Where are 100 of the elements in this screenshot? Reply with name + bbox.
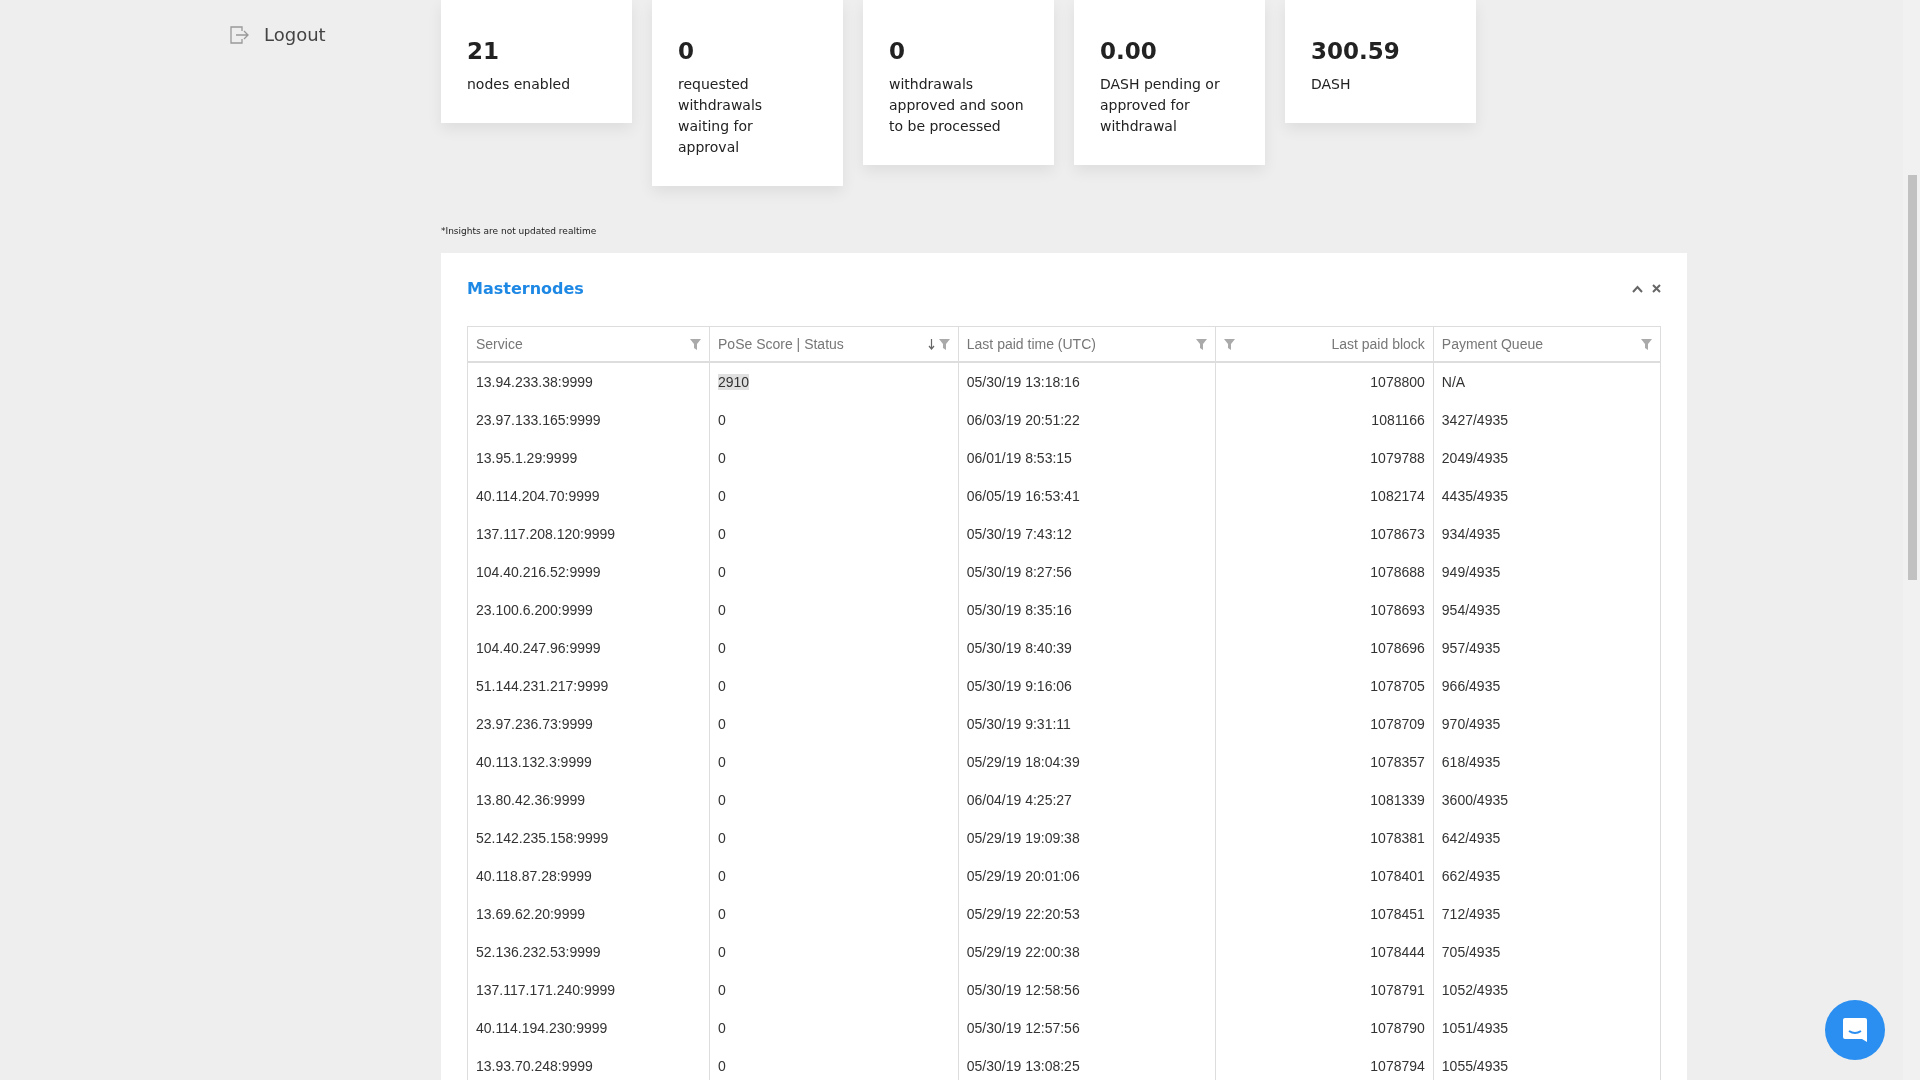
table-cell: 1079788 — [1370, 450, 1425, 466]
filter-icon[interactable] — [1195, 338, 1207, 350]
stat-label: requested withdrawals waiting for approval — [678, 75, 764, 157]
table-cell: 0 — [718, 982, 726, 998]
table-cell: 05/29/19 19:09:38 — [966, 830, 1080, 846]
filter-icon[interactable] — [1641, 338, 1652, 350]
stat-label: nodes enabled — [467, 75, 572, 94]
table-cell: 05/29/19 18:04:39 — [966, 754, 1080, 770]
sort-down-icon[interactable] — [927, 338, 935, 350]
filter-icon[interactable] — [1223, 338, 1235, 350]
table-cell: 40.114.194.230:9999 — [476, 1020, 608, 1036]
table-cell: N/A — [1441, 374, 1466, 390]
table-cell: 05/30/19 13:08:25 — [966, 1058, 1080, 1074]
collapse-icon[interactable] — [1632, 284, 1643, 293]
table-cell: 0 — [718, 640, 726, 656]
table-cell: 2049/4935 — [1441, 450, 1508, 466]
table-cell: 0 — [718, 716, 726, 732]
table-cell: 0 — [718, 830, 726, 846]
table-cell: 1078791 — [1370, 982, 1425, 998]
table-cell: 934/4935 — [1441, 526, 1501, 542]
table-cell: 05/30/19 13:18:16 — [966, 374, 1080, 390]
table-cell: 0 — [718, 412, 726, 428]
column-header[interactable]: PoSe Score | Status — [709, 326, 959, 362]
table-cell: 05/30/19 8:27:56 — [966, 564, 1072, 580]
table-cell: 0 — [718, 450, 726, 466]
table-cell: 05/30/19 8:35:16 — [966, 602, 1072, 618]
table-cell: 05/30/19 9:16:06 — [966, 678, 1072, 694]
table-cell: 0 — [718, 868, 726, 884]
table-cell: 06/03/19 20:51:22 — [966, 412, 1080, 428]
column-header[interactable]: Last paid time (UTC) — [958, 326, 1216, 362]
table-cell: 104.40.216.52:9999 — [476, 564, 601, 580]
close-icon[interactable] — [1652, 284, 1661, 293]
column-header[interactable]: Last paid block — [1215, 326, 1434, 362]
table-cell: 2910 — [718, 374, 750, 390]
table-cell: 3427/4935 — [1441, 412, 1508, 428]
stat-value: 0 — [678, 38, 695, 64]
table-cell: 23.97.133.165:9999 — [476, 412, 601, 428]
table-cell: 1078794 — [1370, 1058, 1425, 1074]
table-cell: 23.100.6.200:9999 — [476, 602, 593, 618]
table-cell: 05/29/19 20:01:06 — [966, 868, 1080, 884]
table-cell: 970/4935 — [1441, 716, 1501, 732]
table-cell: 1078800 — [1370, 374, 1425, 390]
table-cell: 0 — [718, 678, 726, 694]
column-header[interactable]: Service — [467, 326, 710, 362]
table-cell: 0 — [718, 488, 726, 504]
table-cell: 0 — [718, 602, 726, 618]
table-cell: 0 — [718, 792, 726, 808]
table-cell: 4435/4935 — [1441, 488, 1508, 504]
table-cell: 1078401 — [1370, 868, 1425, 884]
stat-value: 0 — [889, 38, 906, 64]
column-header[interactable]: Payment Queue — [1433, 326, 1661, 362]
table-cell: 06/04/19 4:25:27 — [966, 792, 1072, 808]
table-cell: 966/4935 — [1441, 678, 1501, 694]
table-cell: 0 — [718, 1058, 726, 1074]
table-cell: 23.97.236.73:9999 — [476, 716, 593, 732]
table-cell: 1051/4935 — [1441, 1020, 1508, 1036]
table-cell: 1055/4935 — [1441, 1058, 1508, 1074]
table-cell: 1078673 — [1370, 526, 1425, 542]
table-cell: 51.144.231.217:9999 — [476, 678, 609, 694]
table-cell: 05/30/19 12:57:56 — [966, 1020, 1080, 1036]
filter-icon[interactable] — [690, 338, 701, 350]
table-cell: 0 — [718, 944, 726, 960]
stat-value: 21 — [467, 38, 500, 64]
stat-value: 0.00 — [1100, 38, 1158, 64]
table-cell: 957/4935 — [1441, 640, 1501, 656]
table-cell: 618/4935 — [1441, 754, 1501, 770]
table-cell: 137.117.171.240:9999 — [476, 982, 616, 998]
table-cell: 1081166 — [1371, 412, 1425, 428]
table-cell: 1078688 — [1370, 564, 1425, 580]
table-cell: 104.40.247.96:9999 — [476, 640, 601, 656]
table-cell: 40.113.132.3:9999 — [476, 754, 592, 770]
table-cell: 1078357 — [1370, 754, 1425, 770]
table-cell: 0 — [718, 526, 726, 542]
chat-button[interactable] — [1825, 1000, 1885, 1060]
table-cell: 949/4935 — [1441, 564, 1501, 580]
table-cell: 3600/4935 — [1441, 792, 1508, 808]
table-cell: 662/4935 — [1441, 868, 1501, 884]
table-cell: 1078709 — [1370, 716, 1425, 732]
table-cell: 05/29/19 22:00:38 — [966, 944, 1080, 960]
table-cell: 1078451 — [1370, 906, 1425, 922]
panel-title: Masternodes — [467, 279, 584, 298]
table-cell: 1078693 — [1370, 602, 1425, 618]
table-cell: 712/4935 — [1441, 906, 1501, 922]
table-cell: 05/30/19 12:58:56 — [966, 982, 1080, 998]
table-cell: 06/01/19 8:53:15 — [966, 450, 1072, 466]
table-cell: 705/4935 — [1441, 944, 1501, 960]
table-cell: 05/30/19 8:40:39 — [966, 640, 1072, 656]
logout-link[interactable]: Logout — [230, 24, 326, 45]
stat-label: DASH pending or approved for withdrawal — [1100, 75, 1221, 136]
stat-label: withdrawals approved and soon to be processed — [889, 75, 1025, 136]
table-cell: 1081339 — [1370, 792, 1425, 808]
table-cell: 0 — [718, 564, 726, 580]
table-cell: 0 — [718, 1020, 726, 1036]
table-cell: 1078790 — [1370, 1020, 1425, 1036]
table-cell: 1078705 — [1370, 678, 1425, 694]
table-cell: 1052/4935 — [1441, 982, 1508, 998]
table-cell: 05/29/19 22:20:53 — [966, 906, 1080, 922]
table-cell: 52.142.235.158:9999 — [476, 830, 609, 846]
table-cell: 13.69.62.20:9999 — [476, 906, 585, 922]
table-cell: 13.80.42.36:9999 — [476, 792, 585, 808]
